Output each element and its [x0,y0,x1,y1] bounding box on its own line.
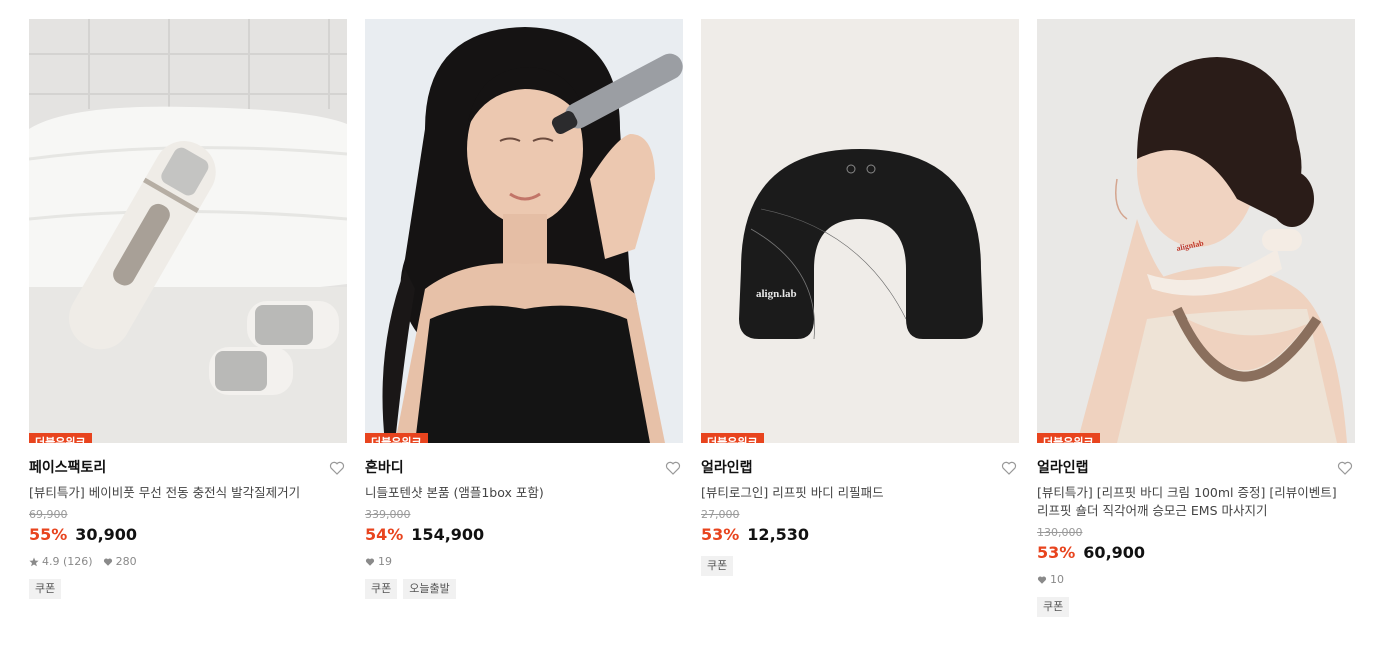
product-image[interactable]: align.lab 더블유위크 [701,19,1019,443]
tag-coupon: 쿠폰 [29,579,62,599]
tag-ships-today: 오늘출발 [403,579,456,599]
tag-coupon: 쿠폰 [365,579,398,599]
product-title[interactable]: [뷰티특가] 베이비풋 무선 전동 충전식 발각질제거기 [29,484,341,502]
foot-file-image [29,19,347,443]
like-count: 19 [378,555,392,568]
product-card[interactable]: 더블유위크 페이스팩토리 [뷰티특가] 베이비풋 무선 전동 충전식 발각질제거… [29,19,347,599]
heart-icon[interactable] [665,460,681,476]
refill-pad-image: align.lab [701,19,1019,443]
sale-price: 60,900 [1083,543,1146,562]
promo-badge: 더블유위크 [365,433,428,443]
heart-small-icon [1037,576,1047,584]
heart-icon[interactable] [1001,460,1017,476]
rating: 4.9 (126) [42,555,93,568]
model-face-device-image [365,19,683,443]
tag-coupon: 쿠폰 [701,556,734,576]
original-price: 130,000 [1037,526,1083,539]
like-count: 10 [1050,573,1064,586]
product-card[interactable]: 더블유위크 혼바디 니들포텐샷 본품 (앰플1box 포함) 339,000 5… [365,19,683,599]
discount-rate: 53% [1037,543,1076,562]
heart-icon[interactable] [329,460,345,476]
model-neck-massager-image: alignlab [1037,19,1355,443]
product-card[interactable]: align.lab 더블유위크 얼라인랩 [뷰티로그인] 리프핏 바디 리필패드… [701,19,1019,576]
tag-coupon: 쿠폰 [1037,597,1070,617]
promo-badge: 더블유위크 [1037,433,1100,443]
sale-price: 154,900 [411,525,485,544]
discount-rate: 55% [29,525,68,544]
promo-badge: 더블유위크 [29,433,92,443]
product-title[interactable]: [뷰티특가] [리프핏 바디 크림 100ml 증정] [리뷰이벤트] 리프핏 … [1037,484,1349,520]
original-price: 27,000 [701,508,740,521]
product-grid: 더블유위크 페이스팩토리 [뷰티특가] 베이비풋 무선 전동 충전식 발각질제거… [0,0,1373,650]
pad-logo: align.lab [756,288,797,300]
discount-rate: 53% [701,525,740,544]
sale-price: 12,530 [747,525,810,544]
product-title[interactable]: 니들포텐샷 본품 (앰플1box 포함) [365,484,677,502]
original-price: 69,900 [29,508,68,521]
sale-price: 30,900 [75,525,138,544]
brand-name[interactable]: 혼바디 [365,459,683,477]
star-icon [29,557,39,567]
product-image[interactable]: 더블유위크 [365,19,683,443]
promo-badge: 더블유위크 [701,433,764,443]
heart-small-icon [365,558,375,566]
brand-name[interactable]: 얼라인랩 [1037,459,1355,477]
product-title[interactable]: [뷰티로그인] 리프핏 바디 리필패드 [701,484,1013,502]
brand-name[interactable]: 얼라인랩 [701,459,1019,477]
original-price: 339,000 [365,508,411,521]
like-count: 280 [115,555,137,568]
brand-name[interactable]: 페이스팩토리 [29,459,347,477]
discount-rate: 54% [365,525,404,544]
product-card[interactable]: alignlab 더블유위크 얼라인랩 [뷰티특가] [리프핏 바디 크림 10… [1037,19,1355,617]
product-image[interactable]: 더블유위크 [29,19,347,443]
product-image[interactable]: alignlab 더블유위크 [1037,19,1355,443]
heart-icon[interactable] [1337,460,1353,476]
heart-small-icon [103,558,112,566]
